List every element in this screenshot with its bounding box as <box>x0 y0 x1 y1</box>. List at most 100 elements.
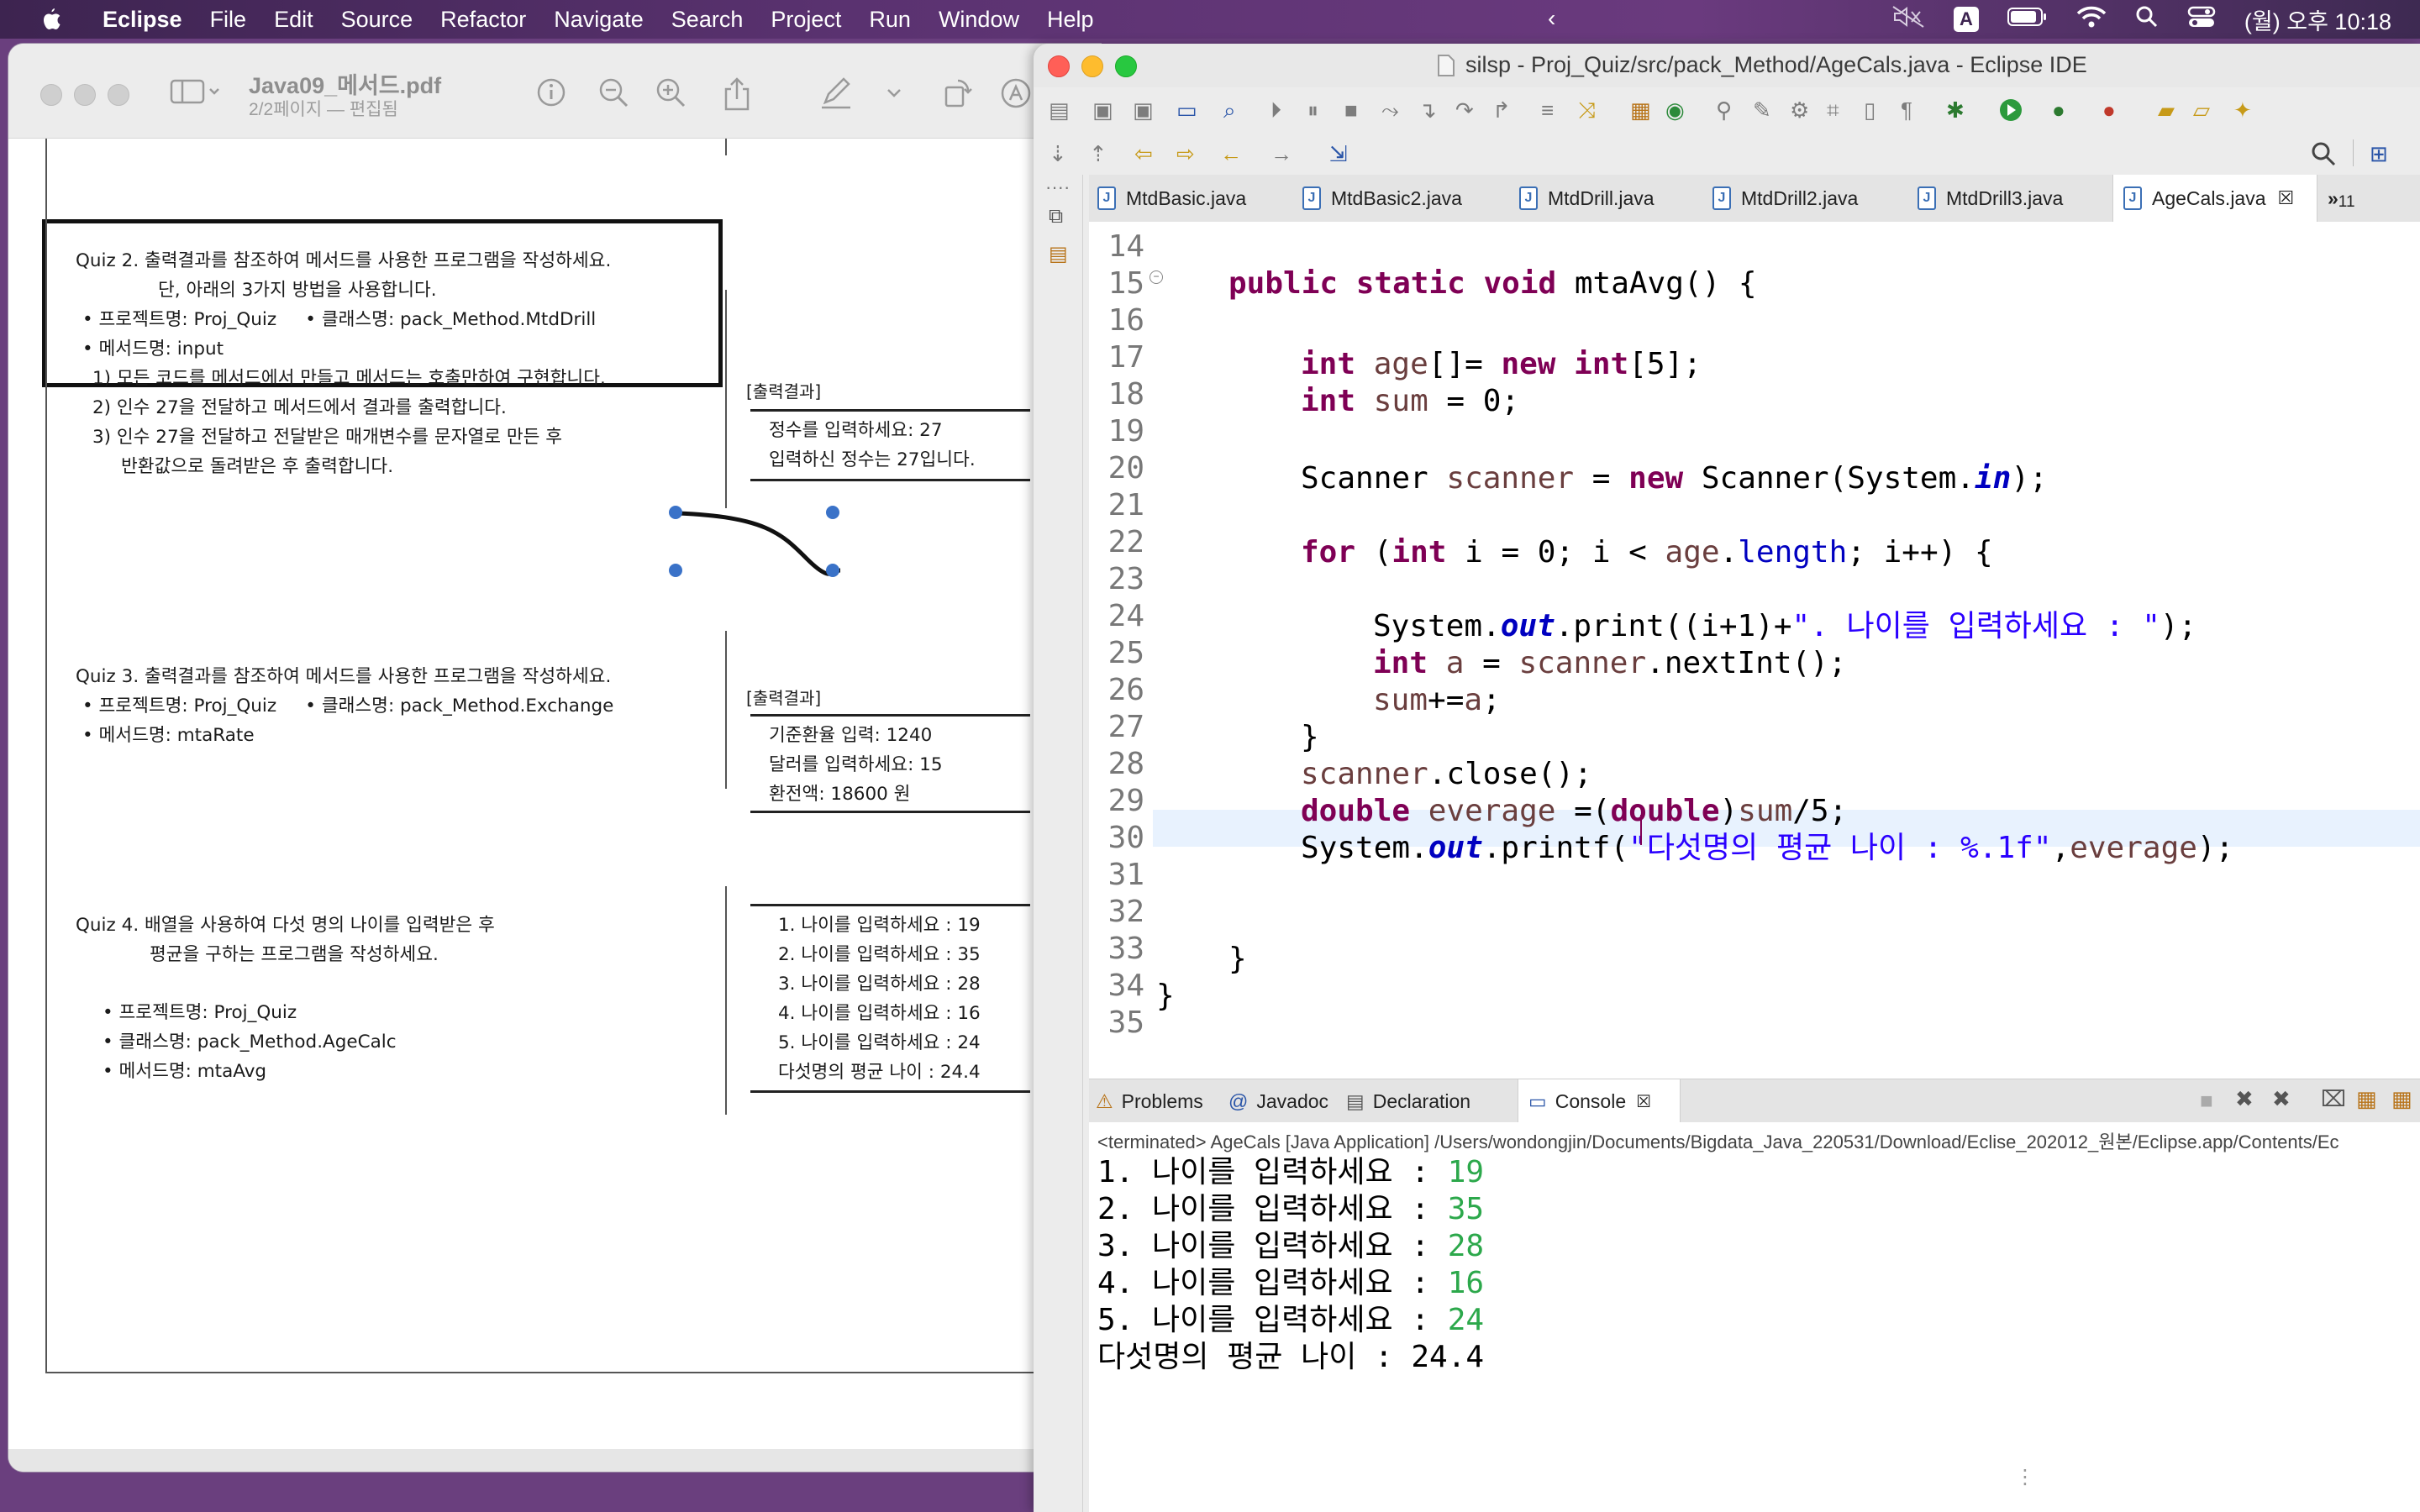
step-into-icon[interactable]: ↴ <box>1418 97 1437 123</box>
clear-console-icon[interactable]: ⌧ <box>2321 1086 2346 1112</box>
new-class-icon[interactable]: ◉ <box>1665 97 1685 123</box>
mute-icon[interactable] <box>1891 5 1925 34</box>
collapse-method-icon[interactable]: − <box>1150 270 1163 284</box>
forward-icon[interactable]: → <box>1270 141 1292 167</box>
open-type-icon[interactable]: ▰ <box>2158 97 2175 123</box>
annotation-prev-icon[interactable]: ⇡ <box>1089 141 1107 167</box>
selection-handle[interactable] <box>826 564 839 577</box>
tab-agecals[interactable]: J AgeCals.java ☒ <box>2112 175 2317 222</box>
minimize-window-button[interactable] <box>1081 55 1103 77</box>
info-icon[interactable] <box>536 77 566 115</box>
rotate-icon[interactable] <box>941 77 973 117</box>
word-wrap-icon[interactable]: ▦ <box>2391 1086 2412 1112</box>
edit-icon[interactable]: ✎ <box>1753 97 1771 123</box>
code-editor[interactable]: 14 15 16 17 18 19 20 21 22 23 24 25 26 27 28 29 30 31 32 33… <box>1089 222 2420 1079</box>
pin-icon[interactable]: ⚲ <box>1716 97 1732 123</box>
close-tab-icon[interactable]: ☒ <box>1636 1091 1651 1112</box>
selection-handle[interactable] <box>826 506 839 519</box>
step-over-icon[interactable]: ↷ <box>1455 97 1474 123</box>
open-task-icon[interactable]: ▱ <box>2193 97 2210 123</box>
menu-project[interactable]: Project <box>771 7 841 33</box>
hierarchy-icon[interactable]: ⌗ <box>1827 97 1839 124</box>
resume-icon[interactable]: ⏵ <box>1270 97 1281 124</box>
pin-editor-icon[interactable]: ⇲ <box>1329 141 1348 167</box>
chevron-left-icon[interactable]: ‹ <box>1548 5 1555 32</box>
search-icon[interactable] <box>2311 141 2336 172</box>
tab-mtddrill3[interactable]: J MtdDrill3.java <box>1918 175 2102 222</box>
debug-icon[interactable]: ✱ <box>1946 97 1965 123</box>
coverage-icon[interactable]: ● <box>2052 97 2065 123</box>
open-perspective-icon[interactable]: ⊞ <box>2370 141 2388 167</box>
tab-mtddrill[interactable]: J MtdDrill.java <box>1519 175 1696 222</box>
menu-refactor[interactable]: Refactor <box>440 7 526 33</box>
view-menu-dots-icon[interactable]: ···· <box>1045 176 1070 198</box>
doc-icon[interactable]: ▯ <box>1864 97 1876 123</box>
tab-overflow-button[interactable]: » 11 <box>2328 175 2378 222</box>
restore-view-icon[interactable]: ⧉ <box>1049 205 1063 228</box>
wifi-icon[interactable] <box>2076 5 2107 34</box>
package-explorer-icon[interactable]: ▤ <box>1049 242 1068 266</box>
tab-mtdbasic2[interactable]: J MtdBasic2.java <box>1302 175 1504 222</box>
scroll-lock-icon[interactable]: ▦ <box>2356 1086 2377 1112</box>
annotate-icon[interactable] <box>1000 77 1032 117</box>
run-icon[interactable] <box>1998 97 2023 129</box>
zoom-window-button[interactable] <box>1115 55 1137 77</box>
toggle-breakpoints-icon[interactable]: ≡ <box>1541 97 1554 123</box>
new-package-icon[interactable]: ▦ <box>1630 97 1651 123</box>
remove-launch-icon[interactable]: ✖ <box>2235 1086 2254 1112</box>
zoom-in-icon[interactable] <box>655 77 687 117</box>
menu-file[interactable]: File <box>210 7 247 33</box>
spotlight-search-icon[interactable] <box>2135 5 2159 34</box>
terminate-icon[interactable]: ■ <box>1344 97 1358 123</box>
close-window-button[interactable] <box>40 84 62 106</box>
back-icon[interactable]: ← <box>1220 141 1242 167</box>
input-source-icon[interactable]: A <box>1953 7 1979 32</box>
tab-javadoc[interactable]: @ Javadoc <box>1228 1079 1346 1123</box>
apple-menu-icon[interactable] <box>32 7 69 32</box>
suspend-icon[interactable]: ⏸ <box>1307 97 1318 124</box>
annotation-next-icon[interactable]: ⇣ <box>1049 141 1067 167</box>
save-icon[interactable]: ▣ <box>1092 97 1113 123</box>
selection-handle[interactable] <box>669 564 682 577</box>
search-tool-icon[interactable]: ✦ <box>2233 97 2252 123</box>
tab-console[interactable]: ▭ Console ☒ <box>1518 1079 1681 1123</box>
new-wizard-icon[interactable]: ▤ <box>1049 97 1070 123</box>
sidebar-toggle-icon[interactable] <box>170 77 222 110</box>
markup-pen-icon[interactable] <box>820 77 854 117</box>
menu-source[interactable]: Source <box>341 7 413 33</box>
zoom-out-icon[interactable] <box>598 77 630 117</box>
resize-handle-icon[interactable]: ⋮ <box>2015 1465 2035 1489</box>
menu-navigate[interactable]: Navigate <box>554 7 644 33</box>
menu-app-name[interactable]: Eclipse <box>103 7 182 33</box>
minimize-window-button[interactable] <box>74 84 96 106</box>
disconnect-icon[interactable]: ⤳ <box>1381 97 1399 124</box>
skip-breakpoints-icon[interactable]: ⤨ <box>1578 97 1596 124</box>
control-center-icon[interactable] <box>2187 5 2216 34</box>
menubar-clock[interactable]: (월) 오후 10:18 <box>2244 3 2391 36</box>
menu-search[interactable]: Search <box>671 7 744 33</box>
tab-mtddrill2[interactable]: J MtdDrill2.java <box>1712 175 1897 222</box>
step-return-icon[interactable]: ↱ <box>1492 97 1511 123</box>
menu-run[interactable]: Run <box>869 7 911 33</box>
search-references-icon[interactable]: ⌕ <box>1223 97 1236 124</box>
menu-help[interactable]: Help <box>1047 7 1094 33</box>
menu-window[interactable]: Window <box>939 7 1019 33</box>
remove-all-launches-icon[interactable]: ✖ <box>2272 1086 2291 1112</box>
task-icon[interactable]: ⚙ <box>1790 97 1809 123</box>
open-console-icon[interactable]: ▭ <box>1176 97 1197 123</box>
paragraph-icon[interactable]: ¶ <box>1901 97 1912 123</box>
external-tools-icon[interactable]: ● <box>2102 97 2116 123</box>
tab-problems[interactable]: ⚠ Problems <box>1096 1079 1227 1123</box>
terminate-console-icon[interactable]: ■ <box>2200 1088 2213 1114</box>
chevron-down-icon[interactable] <box>886 77 902 115</box>
menu-edit[interactable]: Edit <box>274 7 313 33</box>
zoom-window-button[interactable] <box>108 84 129 106</box>
tab-mtdbasic[interactable]: J MtdBasic.java <box>1097 175 1291 222</box>
close-tab-icon[interactable]: ☒ <box>2278 187 2295 209</box>
tab-declaration[interactable]: ▤ Declaration <box>1346 1079 1514 1123</box>
share-icon[interactable] <box>723 77 751 118</box>
battery-icon[interactable] <box>2007 7 2048 33</box>
last-edit-location-icon[interactable]: ⇦ <box>1134 141 1153 167</box>
close-window-button[interactable] <box>1048 55 1070 77</box>
console-view[interactable]: <terminated> AgeCals [Java Application] … <box>1089 1122 2420 1512</box>
